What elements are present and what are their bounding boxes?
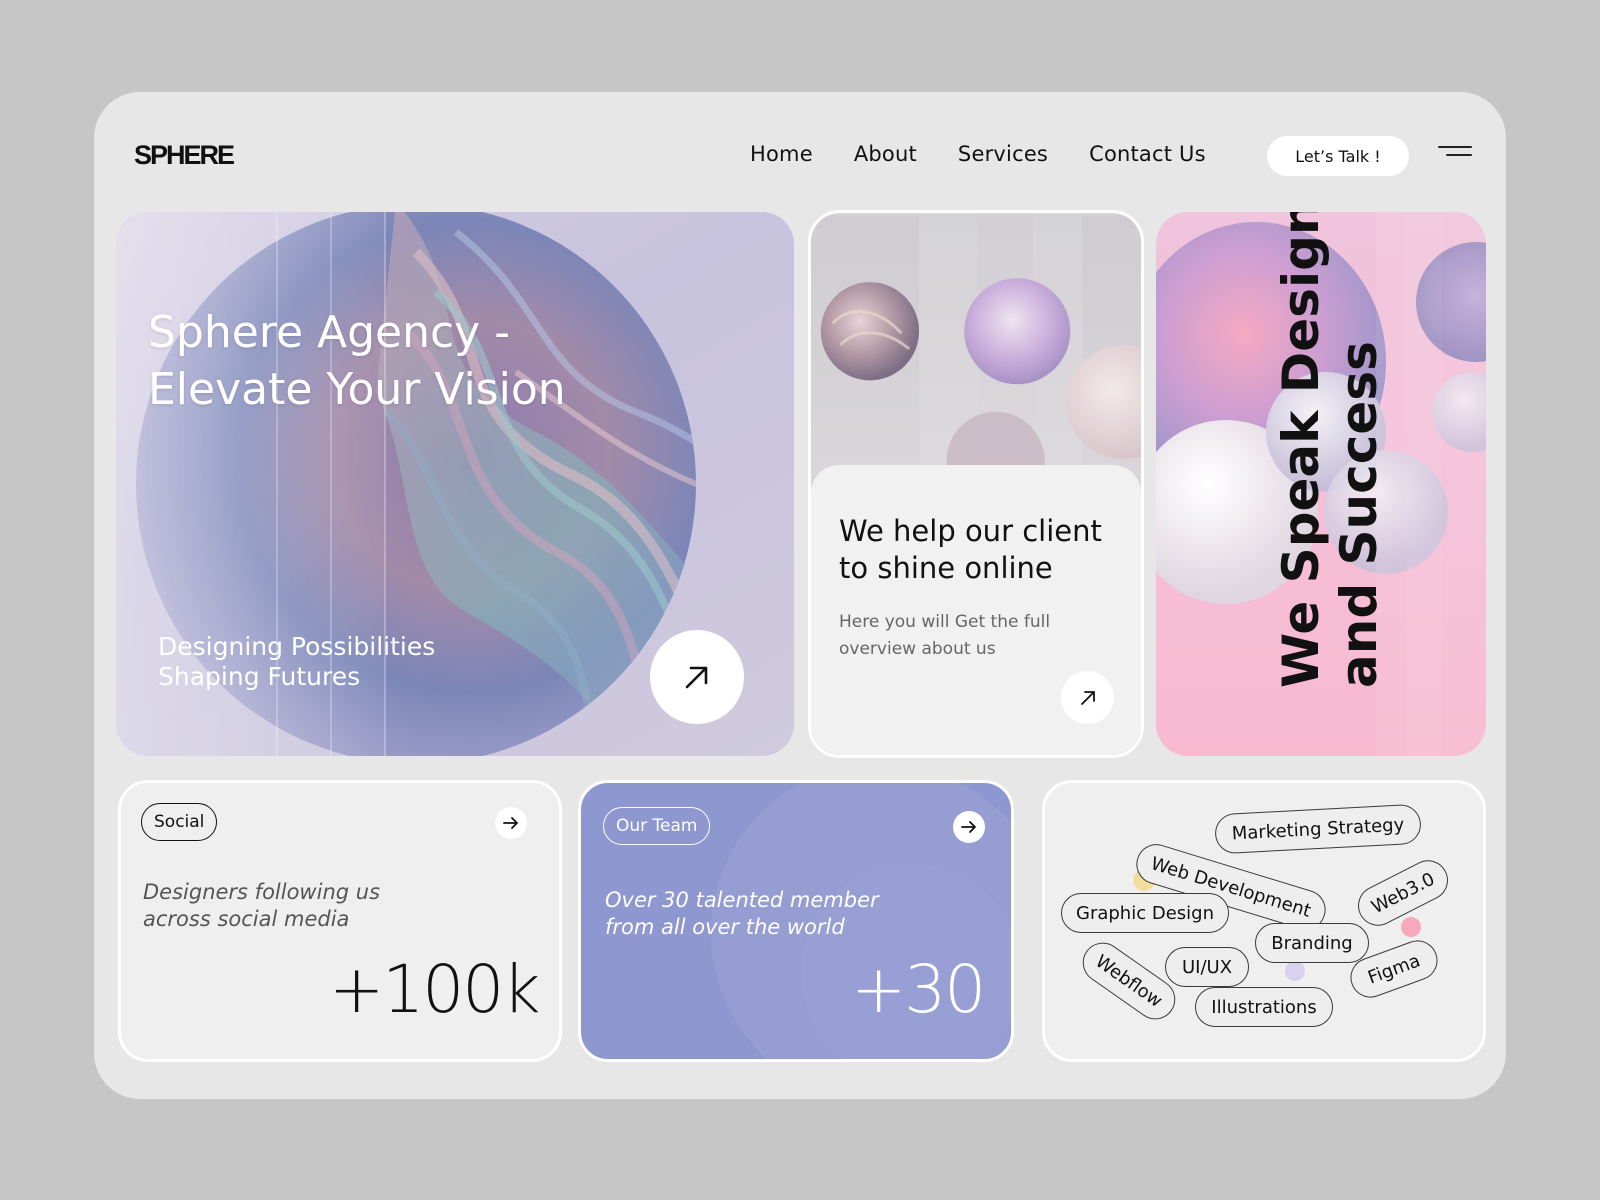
slogan-text: We Speak Design and Success [1272,212,1388,688]
menu-icon[interactable] [1438,146,1472,158]
about-text: Here you will Get the full overview abou… [839,612,1051,659]
logo[interactable]: SPHERE [134,140,235,171]
hero-arrow-button[interactable] [650,630,744,724]
social-pill: Social [141,803,218,841]
about-card: We help our client to shine online Here … [808,210,1144,758]
tag-illustrations[interactable]: Illustrations [1195,987,1333,1027]
about-arrow-button[interactable] [1061,671,1114,724]
team-description: Over 30 talented member from all over th… [605,888,879,939]
hero-title: Sphere Agency - Elevate Your Vision [148,307,566,415]
tag-webflow[interactable]: Webflow [1074,934,1184,1028]
nav-services[interactable]: Services [958,142,1048,166]
tag-graphic-design[interactable]: Graphic Design [1061,893,1229,933]
nav-about[interactable]: About [854,142,917,166]
tag-marketing-strategy[interactable]: Marketing Strategy [1214,803,1422,855]
social-card: Social Designers following us across soc… [118,780,562,1062]
slogan-card: We Speak Design and Success [1156,212,1486,756]
tag-branding[interactable]: Branding [1255,923,1369,963]
team-arrow-button[interactable] [953,811,985,843]
about-panel: We help our client to shine online Here … [811,465,1141,755]
main-nav: Home About Services Contact Us [750,142,1206,166]
arrow-right-icon [503,817,518,829]
tag-ui-ux[interactable]: UI/UX [1165,947,1249,987]
social-count: +100k [329,951,540,1028]
hero-card: Sphere Agency - Elevate Your Vision Desi… [116,212,794,756]
team-pill: Our Team [603,807,711,845]
team-card: Our Team Over 30 talented member from al… [578,780,1014,1062]
arrow-up-right-icon [685,666,708,689]
nav-home[interactable]: Home [750,142,813,166]
arrow-up-right-icon [1080,690,1095,705]
spheres-image [811,215,1141,473]
nav-contact[interactable]: Contact Us [1089,142,1206,166]
services-tags-card: Marketing Strategy Web Development Web3.… [1042,780,1486,1062]
page-frame: SPHERE Home About Services Contact Us Le… [94,92,1506,1099]
hero-subtitle: Designing Possibilities Shaping Futures [158,632,436,691]
lets-talk-button[interactable]: Let’s Talk ! [1267,136,1409,176]
decor-dot-lavender [1285,961,1305,981]
about-title: We help our client to shine online [839,514,1102,585]
decor-dot-pink [1401,917,1421,937]
social-arrow-button[interactable] [495,807,527,839]
social-description: Designers following us across social med… [143,880,381,931]
team-count: +30 [851,951,986,1028]
arrow-right-icon [961,821,976,833]
